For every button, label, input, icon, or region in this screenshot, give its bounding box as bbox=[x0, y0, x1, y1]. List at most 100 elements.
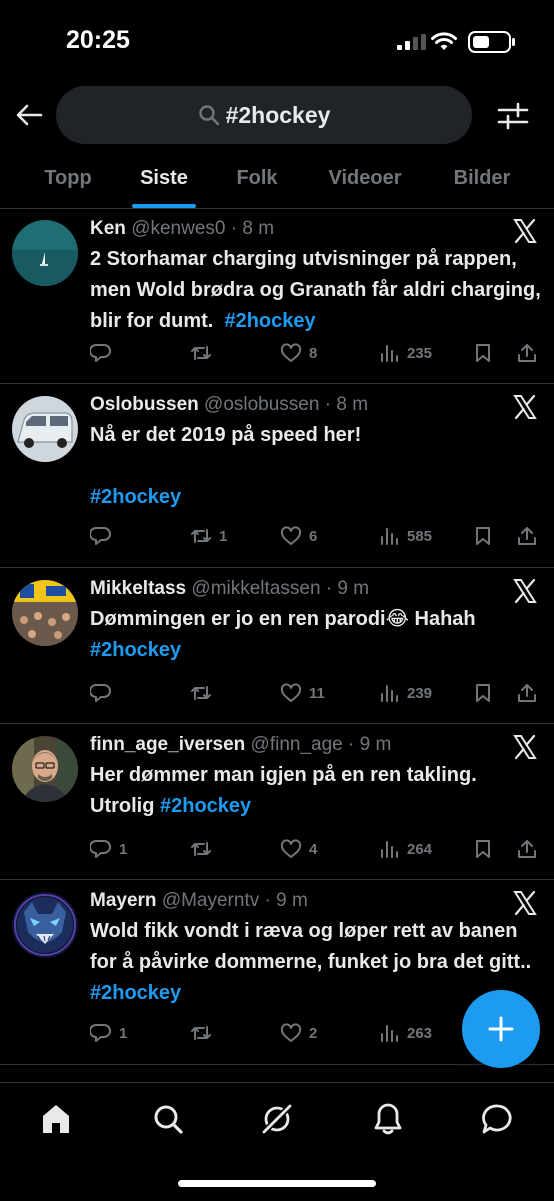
hashtag-link[interactable]: #2hockey bbox=[224, 310, 315, 332]
reply-button[interactable]: 1 bbox=[90, 837, 127, 861]
author-name[interactable]: finn_age_iversen bbox=[90, 734, 245, 755]
grok-icon[interactable] bbox=[259, 1101, 295, 1137]
retweet-button[interactable] bbox=[190, 837, 219, 861]
share-button[interactable] bbox=[516, 681, 538, 705]
author-handle[interactable]: @oslobussen bbox=[204, 394, 319, 415]
hashtag-link[interactable]: #2hockey bbox=[90, 486, 181, 508]
share-button[interactable] bbox=[516, 837, 538, 861]
avatar[interactable] bbox=[12, 736, 78, 802]
like-button[interactable]: 2 bbox=[280, 1021, 317, 1045]
tab-bilder[interactable]: Bilder bbox=[438, 148, 526, 208]
view-count: 264 bbox=[407, 840, 433, 858]
hashtag-link[interactable]: #2hockey bbox=[160, 795, 251, 817]
views-button[interactable]: 239 bbox=[378, 681, 432, 705]
tweet-body: Dømmingen er jo en ren parodi😂 Hahah bbox=[90, 608, 476, 630]
tweet-actions: 1 4 264 bbox=[90, 837, 550, 861]
share-button[interactable] bbox=[516, 524, 538, 548]
bookmark-button[interactable] bbox=[472, 524, 494, 548]
status-time: 20:25 bbox=[66, 26, 130, 54]
author-name[interactable]: Mikkeltass bbox=[90, 578, 186, 599]
tweet-time[interactable]: 8 m bbox=[336, 394, 368, 415]
like-button[interactable]: 11 bbox=[280, 681, 325, 705]
tweet-header: Mayern @Mayerntv · 9 m bbox=[90, 890, 308, 911]
retweet-button[interactable] bbox=[190, 1021, 219, 1045]
compose-button[interactable] bbox=[462, 990, 540, 1068]
views-button[interactable]: 263 bbox=[378, 1021, 432, 1045]
filter-sliders-icon[interactable] bbox=[496, 99, 530, 133]
bookmark-icon bbox=[476, 527, 490, 545]
retweet-button[interactable] bbox=[190, 341, 219, 365]
home-indicator bbox=[178, 1180, 376, 1187]
share-icon bbox=[518, 344, 536, 362]
bookmark-button[interactable] bbox=[472, 837, 494, 861]
views-icon bbox=[381, 345, 398, 362]
like-button[interactable]: 8 bbox=[280, 341, 317, 365]
tweet-time[interactable]: 9 m bbox=[276, 890, 308, 911]
tweet[interactable]: finn_age_iversen @finn_age · 9 m Her døm… bbox=[0, 724, 554, 880]
tweet-time[interactable]: 9 m bbox=[337, 578, 369, 599]
reply-icon bbox=[90, 684, 111, 702]
avatar[interactable] bbox=[12, 580, 78, 646]
retweet-button[interactable] bbox=[190, 681, 219, 705]
tweet[interactable]: Mikkeltass @mikkeltassen · 9 m Dømmingen… bbox=[0, 568, 554, 724]
author-name[interactable]: Ken bbox=[90, 218, 126, 239]
messages-icon[interactable] bbox=[480, 1101, 516, 1137]
tweet-time[interactable]: 9 m bbox=[360, 734, 392, 755]
author-handle[interactable]: @finn_age bbox=[251, 734, 343, 755]
author-name[interactable]: Mayern bbox=[90, 890, 157, 911]
tweet-actions: 11 239 bbox=[90, 681, 550, 705]
author-handle[interactable]: @Mayerntv bbox=[162, 890, 259, 911]
search-input[interactable]: #2hockey bbox=[56, 86, 472, 144]
like-button[interactable]: 4 bbox=[280, 837, 317, 861]
tab-topp[interactable]: Topp bbox=[22, 148, 114, 208]
tweet[interactable]: Oslobussen @oslobussen · 8 m Nå er det 2… bbox=[0, 384, 554, 568]
share-button[interactable] bbox=[516, 341, 538, 365]
author-name[interactable]: Oslobussen bbox=[90, 394, 199, 415]
bookmark-icon bbox=[476, 344, 490, 362]
reply-button[interactable] bbox=[90, 341, 119, 365]
tweet[interactable]: Ken @kenwes0 · 8 m 2 Storhamar charging … bbox=[0, 208, 554, 384]
views-button[interactable]: 585 bbox=[378, 524, 432, 548]
avatar[interactable] bbox=[12, 892, 78, 958]
tab-videoer[interactable]: Videoer bbox=[312, 148, 418, 208]
reply-button[interactable]: 1 bbox=[90, 1021, 127, 1045]
views-icon bbox=[381, 841, 398, 858]
tab-label: Siste bbox=[140, 166, 188, 189]
bookmark-button[interactable] bbox=[472, 341, 494, 365]
reply-icon bbox=[90, 1024, 111, 1042]
tweet-actions: 8 235 bbox=[90, 341, 550, 365]
bookmark-button[interactable] bbox=[472, 681, 494, 705]
reply-count: 1 bbox=[119, 840, 128, 858]
search-tabs: Topp Siste Folk Videoer Bilder bbox=[0, 148, 554, 209]
tab-folk[interactable]: Folk bbox=[222, 148, 292, 208]
bookmark-icon bbox=[476, 684, 490, 702]
bookmark-icon bbox=[476, 840, 490, 858]
avatar[interactable] bbox=[12, 220, 78, 286]
home-icon[interactable] bbox=[38, 1101, 74, 1137]
back-button[interactable] bbox=[12, 98, 46, 132]
tweet-text: Dømmingen er jo en ren parodi😂 Hahah #2h… bbox=[90, 604, 542, 666]
views-button[interactable]: 264 bbox=[378, 837, 432, 861]
notifications-icon[interactable] bbox=[370, 1101, 406, 1137]
avatar[interactable] bbox=[12, 396, 78, 462]
retweet-button[interactable]: 1 bbox=[190, 524, 227, 548]
reply-button[interactable] bbox=[90, 681, 119, 705]
hashtag-link[interactable]: #2hockey bbox=[90, 639, 181, 661]
tab-siste[interactable]: Siste bbox=[122, 148, 206, 208]
view-count: 263 bbox=[407, 1024, 433, 1042]
like-icon bbox=[280, 343, 302, 362]
hashtag-link[interactable]: #2hockey bbox=[90, 982, 181, 1004]
tweet-header: Mikkeltass @mikkeltassen · 9 m bbox=[90, 578, 370, 599]
like-icon bbox=[280, 1023, 302, 1042]
reply-button[interactable] bbox=[90, 524, 119, 548]
views-button[interactable]: 235 bbox=[378, 341, 432, 365]
back-arrow-icon bbox=[16, 104, 43, 126]
views-icon bbox=[381, 528, 398, 545]
like-button[interactable]: 6 bbox=[280, 524, 317, 548]
battery-icon bbox=[468, 31, 515, 53]
search-icon[interactable] bbox=[150, 1101, 186, 1137]
tweet-time[interactable]: 8 m bbox=[242, 218, 274, 239]
author-handle[interactable]: @kenwes0 bbox=[131, 218, 225, 239]
retweet-icon bbox=[191, 346, 211, 360]
author-handle[interactable]: @mikkeltassen bbox=[191, 578, 320, 599]
